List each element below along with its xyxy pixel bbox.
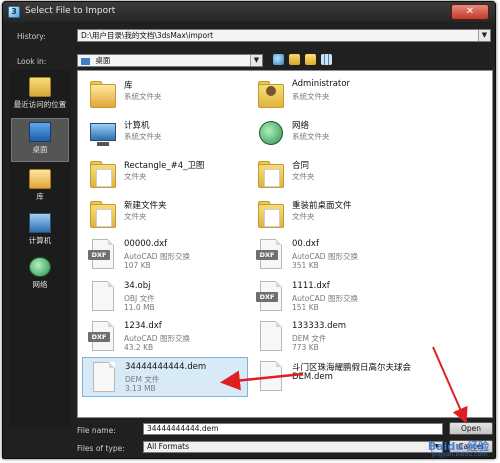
import-dialog: 3 Select File to Import ✕ History: D:\用户… (2, 1, 496, 459)
watermark-url: jingyan.baidu.com (431, 451, 487, 458)
annotation-arrows (220, 346, 468, 424)
arrow-to-selected-file (220, 370, 304, 391)
arrow-to-open-button (432, 346, 468, 424)
